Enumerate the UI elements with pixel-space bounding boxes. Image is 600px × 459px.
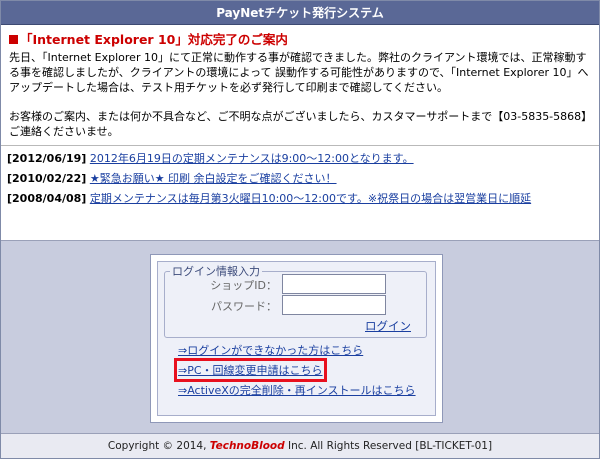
news-date: [2012/06/19] <box>7 152 87 165</box>
pc-line-change-link[interactable]: ⇒PC・回線変更申請はこちら <box>174 358 327 382</box>
news-date: [2008/04/08] <box>7 192 87 205</box>
app-window: PayNetチケット発行システム 「Internet Explorer 10」対… <box>0 0 600 459</box>
news-link[interactable]: 2012年6月19日の定期メンテナンスは9:00～12:00となります。 <box>90 152 414 165</box>
login-panel: ログイン情報入力 ショップID： パスワード： ログイン ⇒ログインができなかっ… <box>150 254 443 423</box>
news-link[interactable]: 定期メンテナンスは毎月第3火曜日10:00～12:00です。※祝祭日の場合は翌営… <box>90 192 531 205</box>
shop-id-label: ショップID： <box>210 279 277 292</box>
news-item: [2008/04/08] 定期メンテナンスは毎月第3火曜日10:00～12:00… <box>7 190 593 207</box>
news-item: [2012/06/19] 2012年6月19日の定期メンテナンスは9:00～12… <box>7 150 593 167</box>
notice-title-text: 「Internet Explorer 10」対応完了のご案内 <box>20 32 288 47</box>
activex-reinstall-link[interactable]: ⇒ActiveXの完全削除・再インストールはこちら <box>178 382 416 398</box>
copyright-suffix: Inc. All Rights Reserved [BL-TICKET-01] <box>284 440 493 452</box>
news-date: [2010/02/22] <box>7 172 87 185</box>
news-link[interactable]: ★緊急お願い★ 印刷 余白設定をご確認ください！ <box>90 172 337 185</box>
shop-id-input[interactable] <box>282 274 386 294</box>
notice-paragraph-1: 先日、「Internet Explorer 10」にて正常に動作する事が確認でき… <box>9 51 589 94</box>
login-help-link[interactable]: ⇒ログインができなかった方はこちら <box>178 342 363 358</box>
shop-id-row: ショップID： <box>158 274 435 294</box>
password-label: パスワード： <box>211 300 277 313</box>
copyright-prefix: Copyright © 2014, <box>107 440 210 452</box>
login-area: ログイン情報入力 ショップID： パスワード： ログイン ⇒ログインができなかっ… <box>1 240 599 433</box>
red-square-icon <box>9 35 18 44</box>
notice-section: 「Internet Explorer 10」対応完了のご案内 先日、「Inter… <box>1 25 599 139</box>
login-panel-inner: ログイン情報入力 ショップID： パスワード： ログイン ⇒ログインができなかっ… <box>157 261 436 416</box>
notice-paragraph-2: お客様のご案内、または何か不具合など、ご不明な点がございましたら、カスタマーサポ… <box>9 110 587 138</box>
password-input[interactable] <box>282 295 386 315</box>
notice-title: 「Internet Explorer 10」対応完了のご案内 <box>9 31 591 48</box>
login-button[interactable]: ログイン <box>365 318 411 334</box>
page-title: PayNetチケット発行システム <box>1 1 599 25</box>
footer: Copyright © 2014, TechnoBlood Inc. All R… <box>1 433 599 458</box>
brand-logo: TechnoBlood <box>209 440 285 452</box>
news-item: [2010/02/22] ★緊急お願い★ 印刷 余白設定をご確認ください！ <box>7 170 593 187</box>
news-list: [2012/06/19] 2012年6月19日の定期メンテナンスは9:00～12… <box>1 146 599 207</box>
password-row: パスワード： <box>158 295 435 315</box>
